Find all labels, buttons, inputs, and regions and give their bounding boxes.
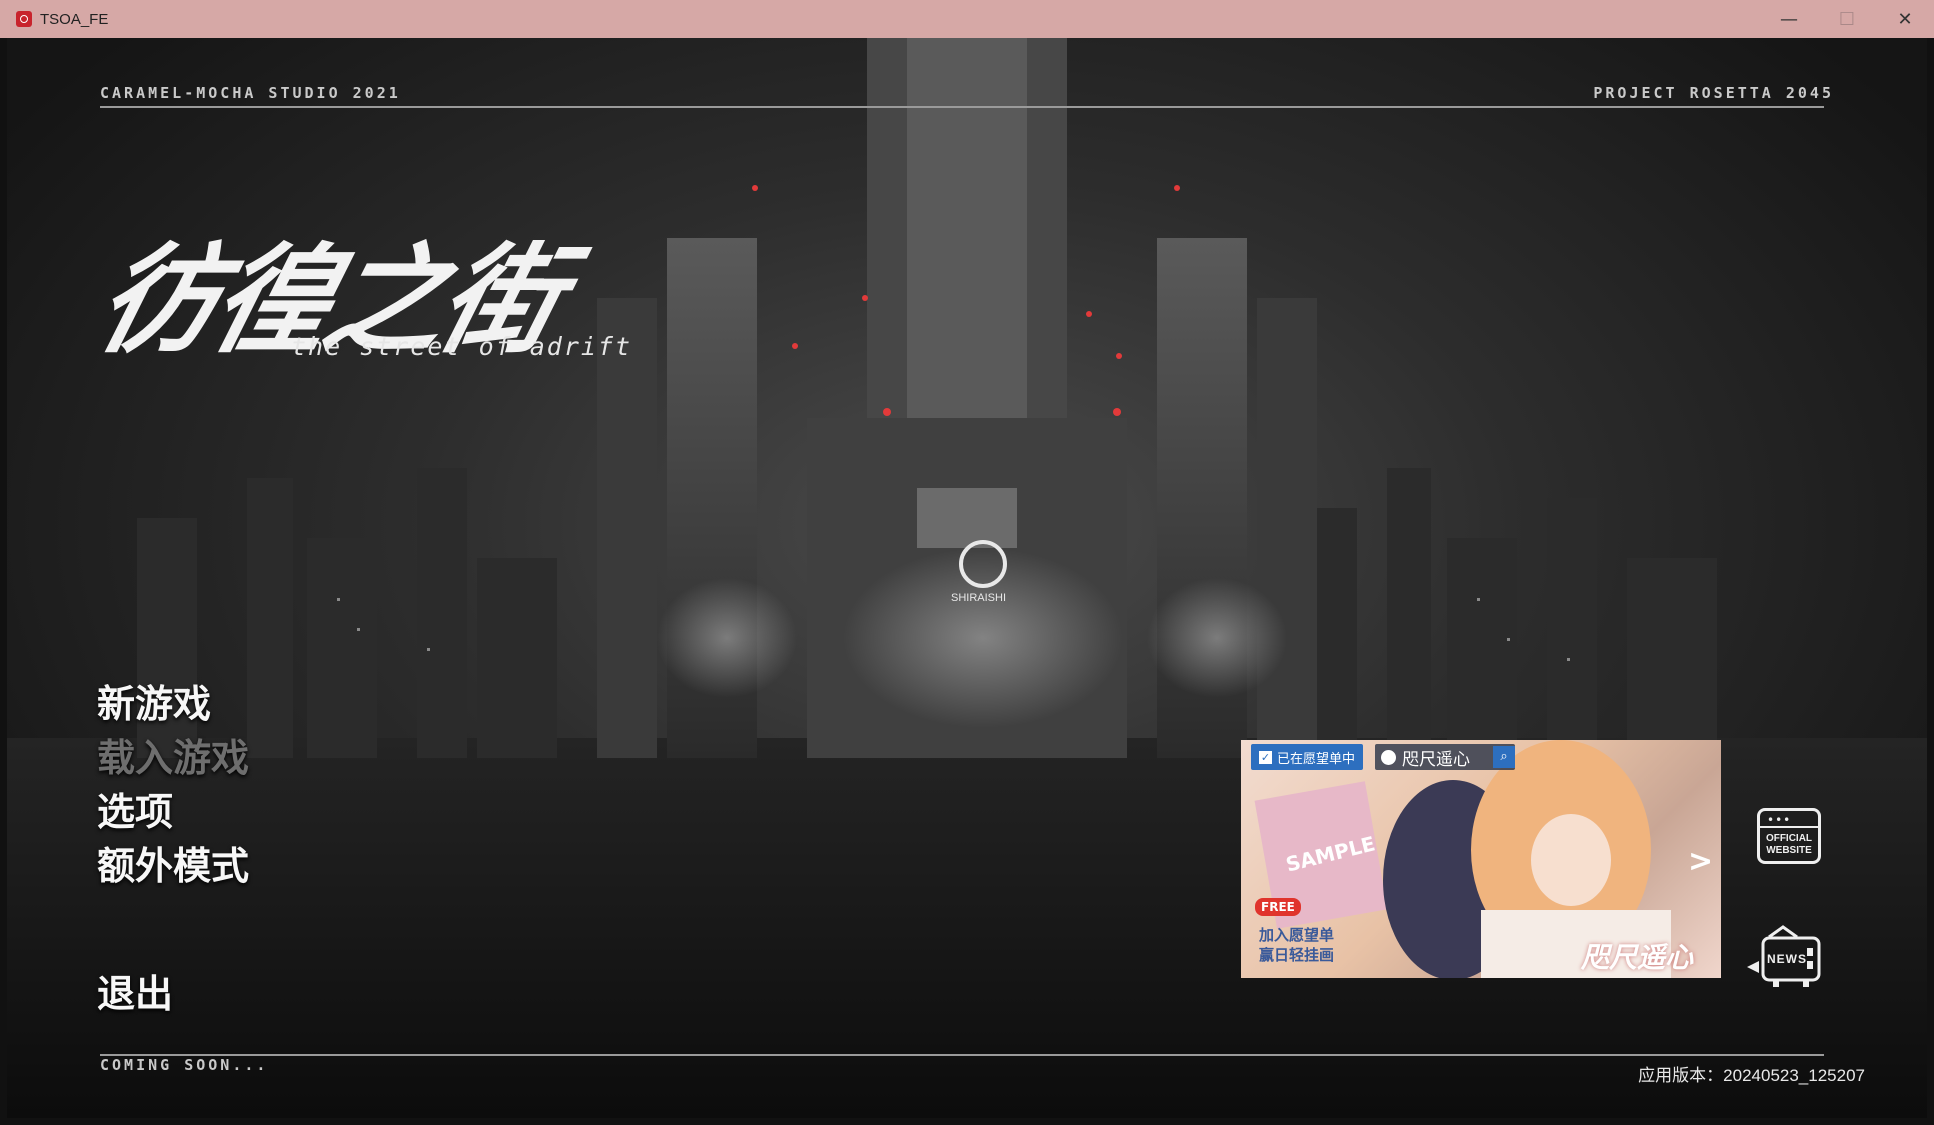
coming-soon-text: COMING SOON... [100,1056,268,1074]
menu-load-game[interactable]: 载入游戏 [97,727,249,782]
ad-line-2: 赢日轻挂画 [1259,944,1334,965]
minimize-button[interactable]: — [1760,0,1818,38]
game-title-screen: CARAMEL-MOCHA STUDIO 2021 PROJECT ROSETT… [7,38,1927,1118]
app-icon [16,11,32,27]
steam-ad-banner[interactable]: ✓ 已在愿望单中 咫尺遥心 ⌕ SAMPLE FREE 加入愿望单 赢日轻挂画 … [1241,740,1721,978]
news-button[interactable]: NEWS [1745,923,1823,997]
window-title: TSOA_FE [40,11,108,28]
studio-credit: CARAMEL-MOCHA STUDIO 2021 [100,84,401,102]
bottom-divider [100,1054,1824,1056]
ad-line-1: 加入愿望单 [1259,924,1334,945]
website-bar [1760,826,1818,828]
website-label-line2: WEBSITE [1760,845,1818,857]
maximize-button[interactable]: ☐ [1818,0,1876,38]
top-divider [100,106,1824,108]
search-icon[interactable]: ⌕ [1493,746,1515,768]
game-logo-subtitle: the street of adrift [291,332,632,361]
menu-quit[interactable]: 退出 [97,963,173,1018]
website-label-line1: OFFICIAL [1760,833,1818,845]
window-titlebar[interactable]: TSOA_FE — ☐ ✕ [0,0,1934,38]
wishlist-badge[interactable]: ✓ 已在愿望单中 [1251,744,1363,770]
building-sign: SHIRAISHI [951,592,1006,604]
steam-game-name: 咫尺遥心 [1402,745,1470,770]
menu-extra-mode[interactable]: 额外模式 [97,835,249,890]
project-credit: PROJECT ROSETTA 2045 [1593,84,1834,102]
website-icon: ••• OFFICIAL WEBSITE [1757,808,1821,864]
window-controls: — ☐ ✕ [1760,0,1934,38]
menu-options[interactable]: 选项 [97,781,173,836]
wishlist-label: 已在愿望单中 [1277,748,1355,767]
official-website-button[interactable]: ••• OFFICIAL WEBSITE [1757,808,1821,864]
app-version: 应用版本：20240523_125207 [1638,1061,1865,1086]
steam-icon [1381,750,1396,765]
close-button[interactable]: ✕ [1876,0,1934,38]
website-dots-icon: ••• [1767,816,1791,824]
check-icon: ✓ [1259,751,1272,764]
ad-next-arrow[interactable]: > [1688,844,1713,879]
menu-new-game[interactable]: 新游戏 [97,673,211,728]
free-badge: FREE [1255,898,1301,916]
website-label: OFFICIAL WEBSITE [1760,833,1818,857]
ad-brand-logo: 咫尺遥心 [1581,936,1693,976]
news-label: NEWS [1767,952,1807,966]
